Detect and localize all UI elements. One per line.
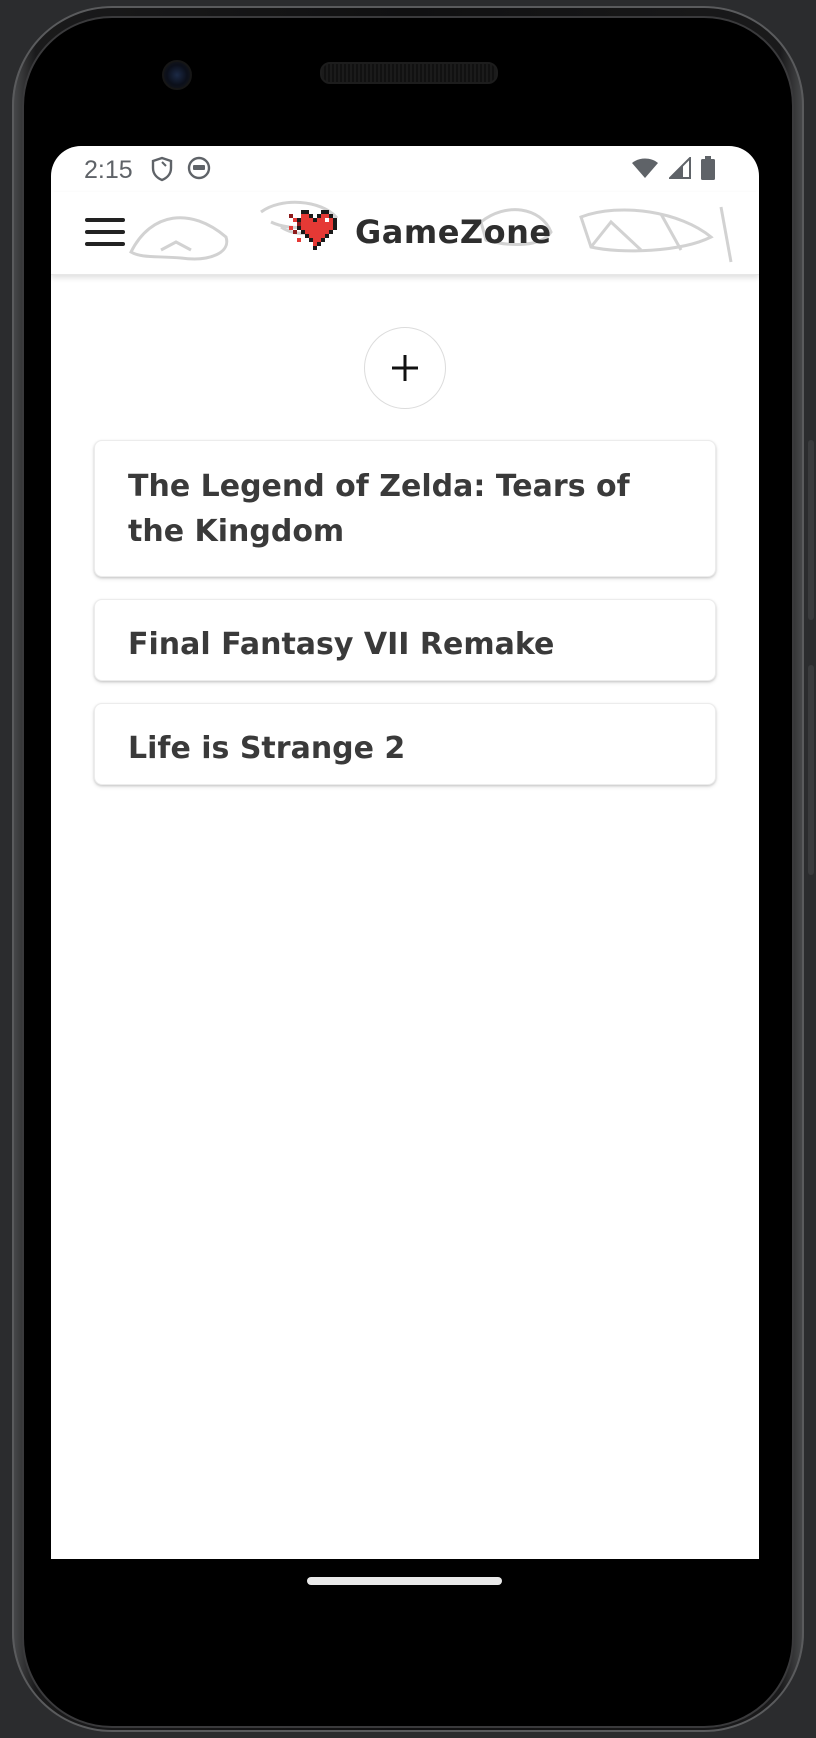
- battery-icon: [701, 156, 715, 185]
- signal-icon: [667, 155, 691, 184]
- earpiece-speaker: [320, 62, 498, 84]
- status-left-icons: [151, 156, 211, 187]
- hamburger-line: [85, 230, 125, 234]
- pixel-heart-icon: [289, 206, 341, 258]
- hamburger-line: [85, 242, 125, 246]
- hamburger-menu-icon: [85, 218, 125, 222]
- front-camera: [162, 60, 192, 90]
- game-list: The Legend of Zelda: Tears of the Kingdo…: [94, 440, 716, 807]
- app-screen: 2:15 GameZone The Legend of Zelda: Tears…: [51, 146, 759, 1559]
- game-title: The Legend of Zelda: Tears of the Kingdo…: [128, 469, 630, 549]
- shield-icon: [151, 156, 173, 187]
- game-title: Final Fantasy VII Remake: [128, 627, 555, 662]
- game-card[interactable]: Final Fantasy VII Remake: [94, 599, 716, 681]
- status-time: 2:15: [84, 156, 133, 184]
- add-game-button[interactable]: [364, 327, 446, 409]
- side-button-power: [808, 665, 814, 875]
- android-face-icon: [187, 156, 211, 187]
- side-button-volume: [808, 440, 814, 620]
- app-bar: GameZone: [51, 192, 759, 275]
- brand: GameZone: [289, 206, 552, 258]
- status-right-icons: [631, 155, 715, 185]
- app-title: GameZone: [355, 213, 552, 251]
- home-gesture-bar[interactable]: [307, 1577, 502, 1585]
- plus-icon: [392, 355, 418, 381]
- status-bar: 2:15: [51, 146, 759, 192]
- game-card[interactable]: The Legend of Zelda: Tears of the Kingdo…: [94, 440, 716, 577]
- wifi-icon: [631, 157, 659, 184]
- navigation-bar: [51, 1559, 759, 1619]
- menu-button[interactable]: [85, 218, 125, 248]
- game-title: Life is Strange 2: [128, 731, 406, 766]
- game-card[interactable]: Life is Strange 2: [94, 703, 716, 785]
